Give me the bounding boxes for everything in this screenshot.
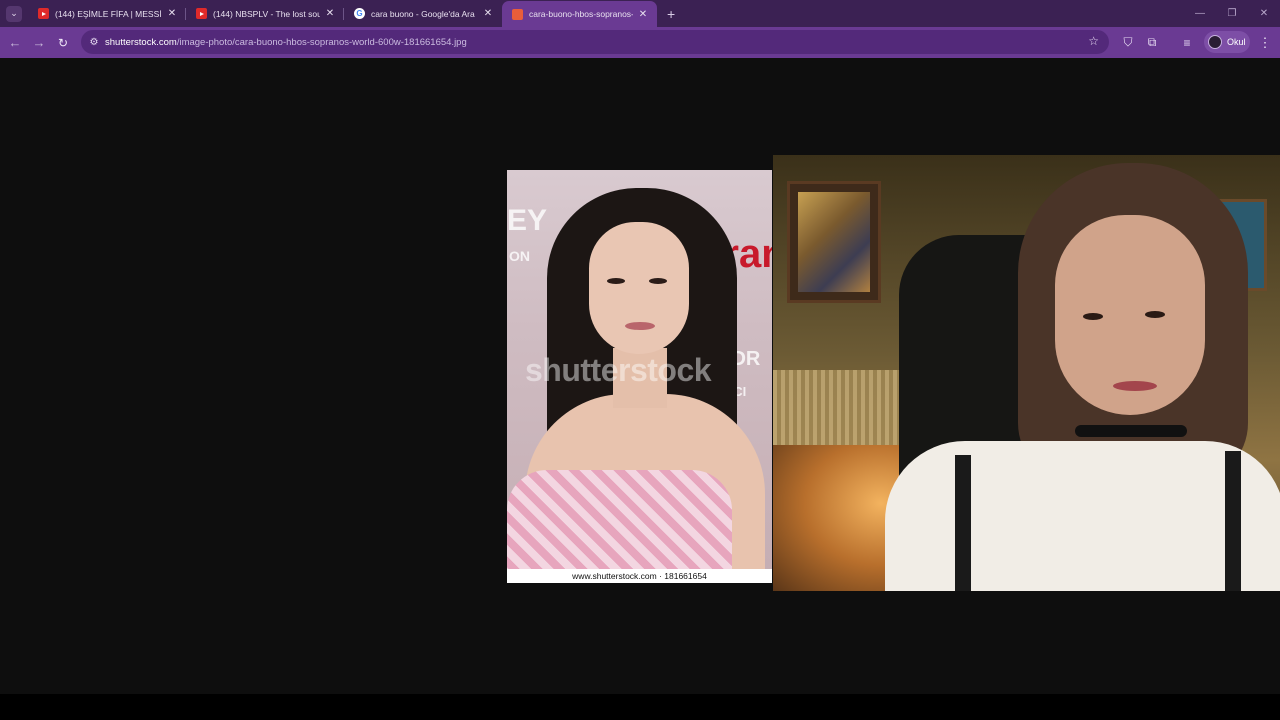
- close-icon[interactable]: ✕: [482, 8, 494, 19]
- lips: [625, 322, 655, 330]
- back-button[interactable]: ←: [3, 35, 27, 50]
- avatar: [1208, 35, 1222, 49]
- reload-button[interactable]: ↻: [51, 36, 75, 50]
- watermark: shutterstock: [525, 352, 712, 388]
- url-text[interactable]: shutterstock.com/image-photo/cara-buono-…: [105, 37, 467, 48]
- face: [589, 222, 689, 354]
- media-controls-icon[interactable]: ≡: [1176, 27, 1198, 58]
- shield-extension-icon[interactable]: ⛉: [1117, 27, 1139, 58]
- tab-title: (144) NBSPLV - The lost soul down: [213, 8, 320, 19]
- painting-canvas: [798, 192, 870, 292]
- tab-fifa[interactable]: (144) EŞİMLE FİFA | MESSİ OLDU ✕: [28, 0, 186, 27]
- choker-necklace: [1075, 425, 1187, 437]
- tab-title: cara buono - Google'da Ara: [371, 8, 475, 19]
- wall-painting: [787, 181, 881, 303]
- youtube-icon: [38, 8, 49, 19]
- bookmark-star-icon[interactable]: ☆: [1088, 34, 1099, 48]
- image-caption: www.shutterstock.com · 181661654: [507, 569, 772, 583]
- new-tab-button[interactable]: +: [667, 6, 675, 22]
- restore-icon[interactable]: ❐: [1216, 0, 1248, 27]
- url-path: /image-photo/cara-buono-hbos-sopranos-wo…: [176, 36, 467, 48]
- profile-button[interactable]: Okul: [1204, 31, 1250, 53]
- backdrop-text: EY: [507, 204, 548, 237]
- suspender: [1225, 451, 1241, 591]
- tab-nbsplv[interactable]: (144) NBSPLV - The lost soul down ✕: [186, 0, 344, 27]
- tab-shutterstock-image[interactable]: cara-buono-hbos-sopranos-world-600w-1816…: [502, 1, 657, 27]
- shutterstock-photo[interactable]: EY ON pran ADR VICI shutterstock www.shu…: [507, 170, 772, 583]
- tab-search-button[interactable]: ⌄: [6, 5, 22, 22]
- backdrop-text: ON: [509, 248, 530, 264]
- url-domain: shutterstock.com: [105, 36, 177, 48]
- eye: [607, 278, 625, 284]
- suspender: [955, 455, 971, 591]
- close-icon[interactable]: ✕: [637, 9, 649, 20]
- bottom-strip: [0, 694, 1280, 720]
- google-icon: [354, 8, 365, 19]
- eye: [1083, 313, 1103, 320]
- browser-toolbar: ← → ↻ ⚙ shutterstock.com/image-photo/car…: [0, 27, 1280, 58]
- chevron-down-icon: ⌄: [10, 8, 18, 18]
- youtube-icon: [196, 8, 207, 19]
- close-icon[interactable]: ✕: [166, 8, 178, 19]
- white-shirt: [885, 441, 1280, 591]
- browser-menu-icon[interactable]: ⋮: [1258, 27, 1272, 58]
- tab-google-search[interactable]: cara buono - Google'da Ara ✕: [344, 0, 502, 27]
- window-controls: — ❐ ✕: [1184, 0, 1280, 27]
- tab-title: cara-buono-hbos-sopranos-world-600w-1816…: [529, 9, 633, 19]
- lips: [1113, 381, 1157, 391]
- forward-button[interactable]: →: [27, 35, 51, 50]
- eye: [1145, 311, 1165, 318]
- extensions-puzzle-icon[interactable]: ⧉: [1141, 27, 1163, 58]
- photo-image: EY ON pran ADR VICI shutterstock: [507, 170, 772, 569]
- eye: [649, 278, 667, 284]
- profile-name: Okul: [1227, 37, 1246, 47]
- minimize-icon[interactable]: —: [1184, 0, 1216, 27]
- tab-strip: ⌄ (144) EŞİMLE FİFA | MESSİ OLDU ✕ (144)…: [0, 0, 1280, 27]
- dress: [507, 470, 732, 569]
- site-settings-icon[interactable]: ⚙: [87, 35, 101, 49]
- window-close-icon[interactable]: ✕: [1248, 0, 1280, 27]
- webcam-overlay: [773, 155, 1280, 591]
- shutterstock-icon: [512, 8, 523, 20]
- close-icon[interactable]: ✕: [324, 8, 336, 19]
- address-bar[interactable]: ⚙ shutterstock.com/image-photo/cara-buon…: [81, 30, 1109, 54]
- tab-title: (144) EŞİMLE FİFA | MESSİ OLDU: [55, 8, 162, 19]
